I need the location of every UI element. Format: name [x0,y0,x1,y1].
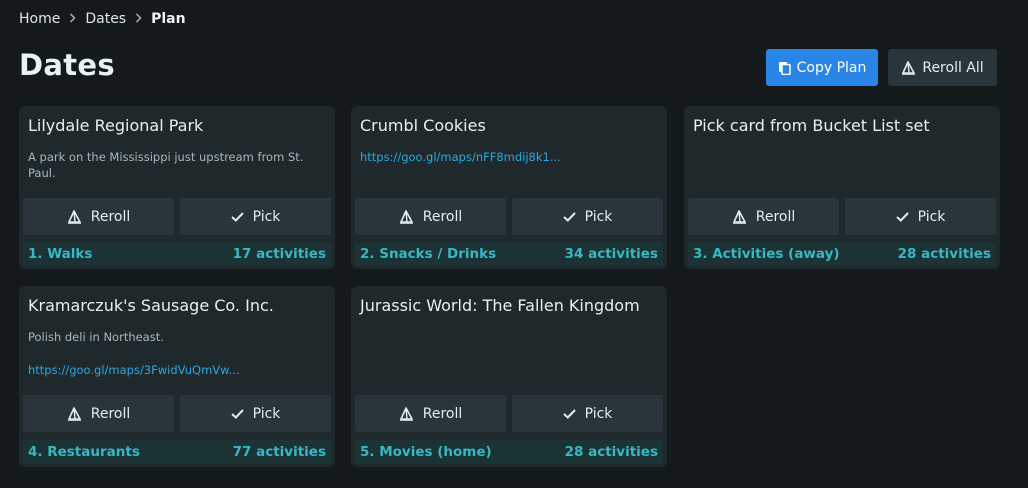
card-footer: 1. Walks 17 activities [23,242,331,266]
reroll-all-label: Reroll All [922,59,984,76]
check-icon [562,211,576,222]
pick-label: Pick [584,208,613,225]
pick-label: Pick [917,208,946,225]
breadcrumb: Home Dates Plan [19,11,186,27]
reroll-button[interactable]: Reroll [355,198,506,235]
pick-button[interactable]: Pick [512,395,663,432]
reroll-label: Reroll [755,208,796,225]
pick-label: Pick [252,208,281,225]
pick-label: Pick [252,405,281,422]
card-footer: 4. Restaurants 77 activities [23,440,331,464]
card-title: Kramarczuk's Sausage Co. Inc. [28,296,274,315]
card-description: A park on the Mississippi just upstream … [28,150,304,180]
check-icon [895,211,909,222]
category-label[interactable]: 1. Walks [28,246,92,262]
card-description: Polish deli in Northeast. [28,330,164,344]
reroll-label: Reroll [422,405,463,422]
map-link[interactable]: https://goo.gl/maps/3FwidVuQmVw... [28,363,240,377]
activity-card: Pick card from Bucket List set Reroll Pi… [684,106,1000,269]
map-link[interactable]: https://goo.gl/maps/nFF8mdij8k1... [360,150,572,164]
category-label[interactable]: 3. Activities (away) [693,246,840,262]
reroll-label: Reroll [422,208,463,225]
activity-card: Crumbl Cookies https://goo.gl/maps/nFF8m… [351,106,667,269]
check-icon [230,211,244,222]
dice-icon [732,209,747,224]
activity-card: Lilydale Regional Park A park on the Mis… [19,106,335,269]
reroll-button[interactable]: Reroll [23,198,174,235]
pick-button[interactable]: Pick [512,198,663,235]
breadcrumb-dates[interactable]: Dates [85,11,126,27]
card-title: Jurassic World: The Fallen Kingdom [360,296,640,315]
activity-count: 77 activities [232,444,326,460]
page-title: Dates [19,48,115,82]
dice-icon [67,209,82,224]
check-icon [230,408,244,419]
reroll-button[interactable]: Reroll [688,198,839,235]
activity-count: 34 activities [564,246,658,262]
copy-plan-button[interactable]: Copy Plan [766,49,878,86]
activity-count: 28 activities [897,246,991,262]
reroll-all-button[interactable]: Reroll All [888,49,997,86]
category-label[interactable]: 5. Movies (home) [360,444,492,460]
chevron-right-icon [69,12,76,26]
breadcrumb-current: Plan [151,11,186,27]
pick-button[interactable]: Pick [845,198,996,235]
activity-card: Kramarczuk's Sausage Co. Inc. Polish del… [19,286,335,467]
reroll-label: Reroll [90,208,131,225]
reroll-button[interactable]: Reroll [355,395,506,432]
activity-count: 28 activities [564,444,658,460]
dice-icon [901,60,916,75]
card-title: Lilydale Regional Park [28,116,204,135]
activity-count: 17 activities [232,246,326,262]
dice-icon [399,406,414,421]
reroll-button[interactable]: Reroll [23,395,174,432]
category-label[interactable]: 2. Snacks / Drinks [360,246,496,262]
reroll-label: Reroll [90,405,131,422]
copy-icon [778,61,791,75]
card-footer: 2. Snacks / Drinks 34 activities [355,242,663,266]
chevron-right-icon [135,12,142,26]
dice-icon [399,209,414,224]
dice-icon [67,406,82,421]
card-title: Crumbl Cookies [360,116,486,135]
pick-button[interactable]: Pick [180,198,331,235]
activity-card: Jurassic World: The Fallen Kingdom Rerol… [351,286,667,467]
category-label[interactable]: 4. Restaurants [28,444,140,460]
pick-button[interactable]: Pick [180,395,331,432]
card-title: Pick card from Bucket List set [693,116,930,135]
pick-label: Pick [584,405,613,422]
check-icon [562,408,576,419]
card-footer: 3. Activities (away) 28 activities [688,242,996,266]
breadcrumb-home[interactable]: Home [19,11,60,27]
card-footer: 5. Movies (home) 28 activities [355,440,663,464]
copy-plan-label: Copy Plan [796,59,867,76]
